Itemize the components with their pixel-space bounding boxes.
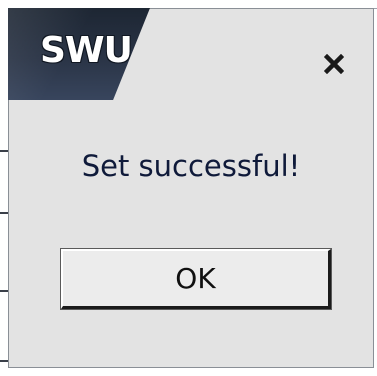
background-tick (0, 150, 8, 152)
background-tick (0, 360, 8, 362)
background-tick (0, 212, 8, 214)
message-dialog: SWU Set successful! OK (8, 8, 374, 368)
close-button[interactable] (321, 51, 347, 77)
dialog-titlebar: SWU (8, 8, 373, 105)
ok-button-label: OK (175, 262, 216, 295)
screen: SWU Set successful! OK (0, 0, 377, 376)
dialog-message: Set successful! (81, 149, 301, 183)
background-window-top (0, 0, 377, 8)
background-tick (0, 290, 8, 292)
close-icon (324, 54, 344, 74)
logo-text: SWU (40, 30, 133, 71)
swu-logo: SWU (8, 8, 150, 100)
ok-button[interactable]: OK (60, 248, 332, 310)
